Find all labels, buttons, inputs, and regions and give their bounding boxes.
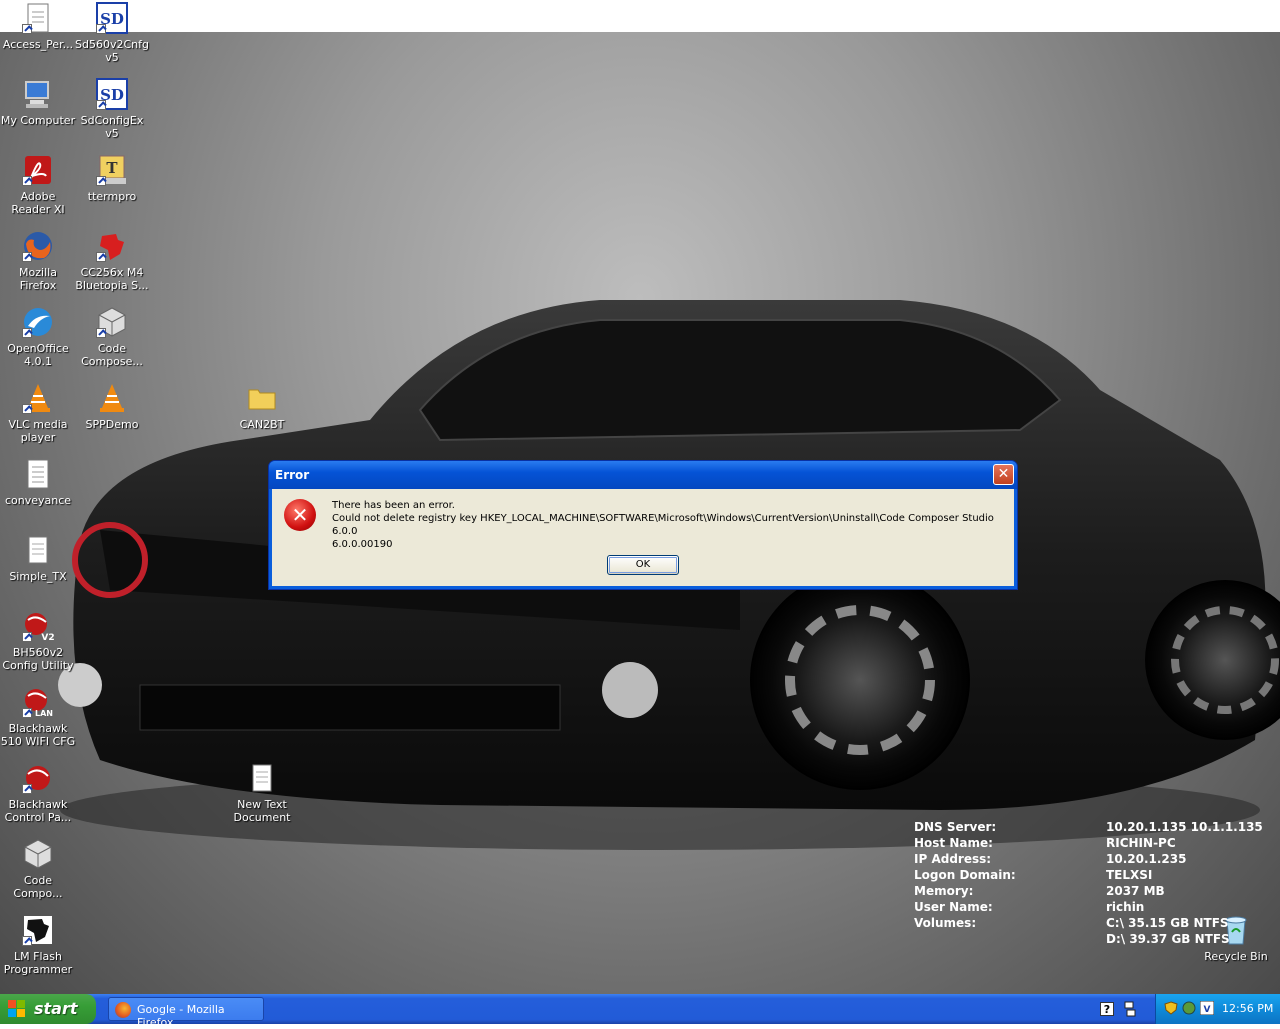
desktop-icon-blackhawk-control-panel[interactable]: Blackhawk Control Pa... (0, 762, 76, 824)
shortcut-arrow-icon (22, 176, 32, 186)
desktop-top-band (0, 0, 1280, 32)
error-message-line: There has been an error. (332, 500, 455, 511)
desktop-icon-simple-tx[interactable]: Simple_TX (0, 534, 76, 583)
desktop-icon-blackhawk-510[interactable]: LAN Blackhawk 510 WIFI CFG (0, 686, 76, 748)
ti-logo-icon (96, 230, 128, 262)
help-icon[interactable]: ? (1100, 1002, 1114, 1016)
system-info-overlay: DNS Server: 10.20.1.135 10.1.1.135 Host N… (914, 820, 1274, 948)
cube-icon (22, 838, 54, 870)
shortcut-arrow-icon (22, 936, 32, 946)
desktop-icon-adobe-reader[interactable]: Adobe Reader XI (0, 154, 76, 216)
text-file-icon (22, 534, 54, 566)
desktop-icon-cc256x[interactable]: CC256x M4 Bluetopia S... (74, 230, 150, 292)
shortcut-arrow-icon (22, 252, 32, 262)
desktop-icon-bh560v2[interactable]: V2 BH560v2 Config Utility (0, 610, 76, 672)
adobe-reader-icon (22, 154, 54, 186)
shortcut-arrow-icon (22, 328, 32, 338)
desktop-icon-code-compo[interactable]: Code Compo... (0, 838, 76, 900)
blackhawk-icon (22, 762, 54, 794)
desktop-icon-code-composer[interactable]: Code Compose... (74, 306, 150, 368)
document-icon (22, 2, 54, 34)
network-globe-icon[interactable] (1182, 1001, 1196, 1015)
desktop-icon-vlc[interactable]: VLC media player (0, 382, 76, 444)
start-button[interactable]: start (0, 994, 96, 1024)
desktop-icon-sppdemo[interactable]: SPPDemo (74, 382, 150, 431)
firefox-icon (22, 230, 54, 262)
text-file-icon (246, 762, 278, 794)
desktop-icon-lm-flash-programmer[interactable]: LM Flash Programmer (0, 914, 76, 976)
sd-config-icon: SD (96, 2, 128, 34)
shield-icon[interactable] (1164, 1001, 1178, 1015)
desktop-icon-new-text-document[interactable]: New Text Document (224, 762, 300, 824)
ok-button[interactable]: OK (607, 555, 679, 575)
shortcut-arrow-icon (22, 708, 32, 718)
dialog-title: Error (275, 468, 310, 482)
document-icon (22, 458, 54, 490)
sysinfo-row: Logon Domain: TELXSI (914, 868, 1153, 882)
vlc-cone-icon (96, 382, 128, 414)
desktop-icon-sdconfigex[interactable]: SD SdConfigEx v5 (74, 78, 150, 140)
shortcut-arrow-icon (22, 404, 32, 414)
sysinfo-row: Host Name: RICHIN-PC (914, 836, 1176, 850)
folder-icon (246, 382, 278, 414)
desktop-icon-mozilla-firefox[interactable]: Mozilla Firefox (0, 230, 76, 292)
desktop-icon-can2bt[interactable]: CAN2BT (224, 382, 300, 431)
network-connection-icon[interactable] (1123, 1001, 1137, 1017)
sysinfo-row: IP Address: 10.20.1.235 (914, 852, 1187, 866)
system-tray: V 12:56 PM (1155, 994, 1280, 1024)
shortcut-arrow-icon (96, 252, 106, 262)
desktop-icon-conveyance[interactable]: conveyance (0, 458, 76, 507)
desktop-icon-ttermpro[interactable]: T ttermpro (74, 154, 150, 203)
shortcut-arrow-icon (96, 328, 106, 338)
windows-logo-icon (8, 1000, 25, 1017)
start-label: start (34, 999, 78, 1018)
sysinfo-row: Volumes: C:\ 35.15 GB NTFS (914, 916, 1229, 930)
dialog-body: ✕ There has been an error. Could not del… (272, 489, 1014, 586)
taskbar: start Google - Mozilla Firefox V 12:56 P… (0, 994, 1280, 1029)
desktop-icon-openoffice[interactable]: OpenOffice 4.0.1 (0, 306, 76, 368)
clock[interactable]: 12:56 PM (1222, 1002, 1273, 1015)
shortcut-arrow-icon (22, 24, 32, 34)
cube-icon (96, 306, 128, 338)
shortcut-arrow-icon (96, 100, 106, 110)
desktop: Access_Per... SD Sd560v2Cnfg v5 My Compu… (0, 0, 1280, 994)
sysinfo-row: D:\ 39.37 GB NTFS (1106, 932, 1230, 946)
svg-text:T: T (106, 159, 118, 177)
taskbar-button-label: Google - Mozilla Firefox (137, 1003, 225, 1029)
firefox-icon (115, 1002, 131, 1018)
shortcut-arrow-icon (22, 632, 32, 642)
sysinfo-row: User Name: richin (914, 900, 1145, 914)
taskbar-button-firefox[interactable]: Google - Mozilla Firefox (108, 997, 264, 1029)
error-dialog: Error ✕ ✕ There has been an error. Could… (268, 460, 1018, 590)
vnc-tray-icon[interactable]: V (1200, 1001, 1214, 1015)
svg-text:V: V (1204, 1005, 1211, 1015)
vlc-cone-icon (22, 382, 54, 414)
sd-config-icon: SD (96, 78, 128, 110)
shortcut-arrow-icon (96, 176, 106, 186)
close-button[interactable]: ✕ (993, 464, 1014, 485)
error-message: There has been an error. Could not delet… (332, 499, 1014, 551)
sysinfo-row: DNS Server: 10.20.1.135 10.1.1.135 (914, 820, 1263, 834)
sysinfo-row: Memory: 2037 MB (914, 884, 1165, 898)
close-icon: ✕ (997, 466, 1010, 482)
error-message-line: 6.0.0.00190 (332, 539, 393, 550)
computer-icon (22, 78, 54, 110)
blackhawk-icon: LAN (22, 686, 54, 718)
desktop-icon-my-computer[interactable]: My Computer (0, 78, 76, 127)
dialog-titlebar[interactable]: Error ✕ (269, 461, 1017, 489)
openoffice-icon (22, 306, 54, 338)
svg-text:V2: V2 (41, 633, 54, 642)
svg-text:LAN: LAN (35, 709, 53, 718)
error-icon: ✕ (284, 499, 316, 531)
shortcut-arrow-icon (22, 784, 32, 794)
desktop-icon-sd560v2cnfg[interactable]: SD Sd560v2Cnfg v5 (74, 2, 150, 64)
error-message-line: Could not delete registry key HKEY_LOCAL… (332, 513, 994, 537)
ttermpro-icon: T (96, 154, 128, 186)
shortcut-arrow-icon (96, 24, 106, 34)
blackhawk-icon: V2 (22, 610, 55, 643)
ti-logo-icon (22, 914, 54, 946)
desktop-icon-access-per[interactable]: Access_Per... (0, 2, 76, 51)
